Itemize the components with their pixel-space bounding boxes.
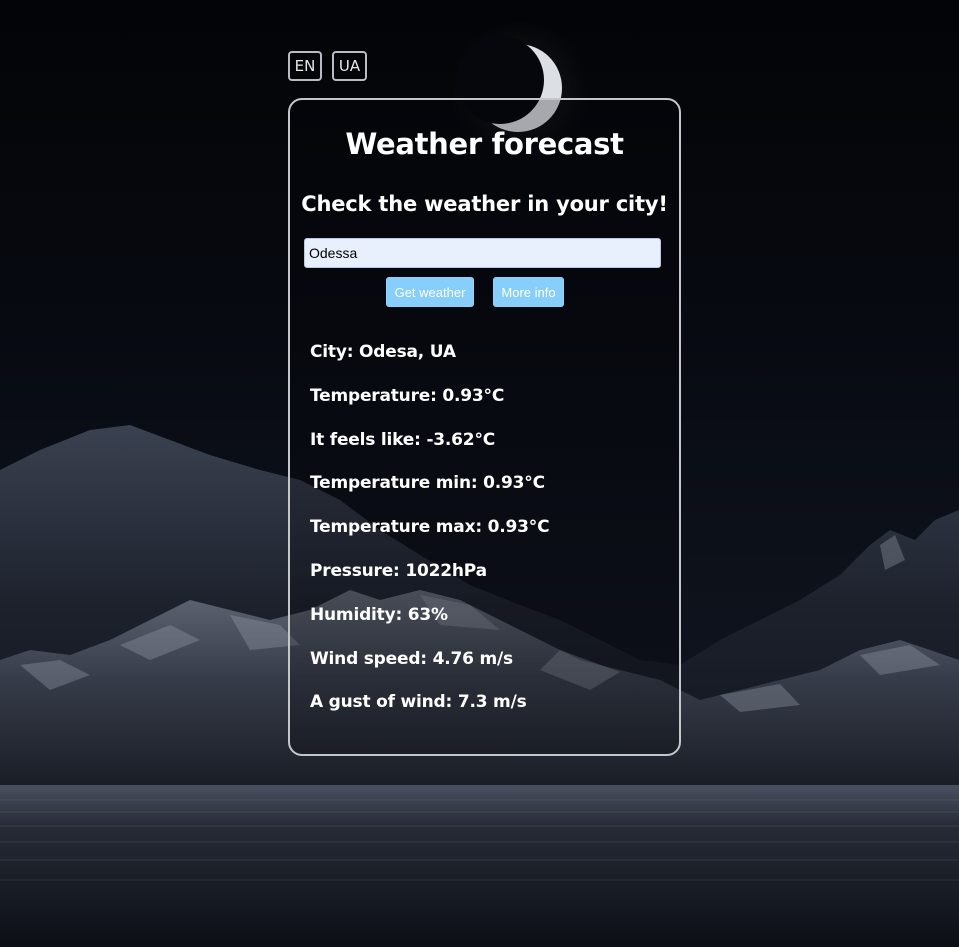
more-info-button[interactable]: More info <box>493 277 564 307</box>
language-en-button[interactable]: EN <box>288 51 322 81</box>
weather-info-list: City: Odesa, UA Temperature: 0.93°C It f… <box>310 341 550 735</box>
page-subtitle: Check the weather in your city! <box>301 192 668 216</box>
page-title: Weather forecast <box>345 127 624 161</box>
weather-temp-max: Temperature max: 0.93°C <box>310 517 550 538</box>
weather-pressure: Pressure: 1022hPa <box>310 560 487 581</box>
weather-feels-like: It feels like: -3.62°C <box>310 429 496 450</box>
weather-city: City: Odesa, UA <box>310 342 456 362</box>
weather-temperature: Temperature: 0.93°C <box>310 385 505 406</box>
weather-temp-min: Temperature min: 0.93°C <box>310 473 545 494</box>
weather-wind-speed: Wind speed: 4.76 m/s <box>310 648 513 669</box>
weather-card: Weather forecast Check the weather in yo… <box>288 98 681 756</box>
weather-humidity: Humidity: 63% <box>310 604 448 625</box>
language-ua-button[interactable]: UA <box>332 51 367 81</box>
weather-wind-gust: A gust of wind: 7.3 m/s <box>310 692 527 713</box>
city-search-input[interactable] <box>304 238 661 268</box>
get-weather-button[interactable]: Get weather <box>386 277 474 307</box>
